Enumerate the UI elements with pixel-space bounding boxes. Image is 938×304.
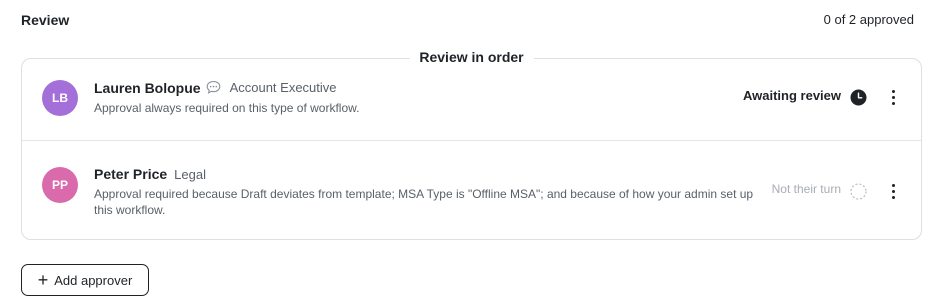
approved-count: 0 of 2 approved	[823, 12, 914, 27]
review-status: Not their turn	[772, 182, 841, 196]
add-approver-button[interactable]: + Add approver	[21, 264, 149, 296]
pending-circle-icon	[850, 183, 867, 200]
review-header: Review 0 of 2 approved	[21, 12, 914, 30]
approval-reason: Approval always required on this type of…	[94, 101, 360, 115]
clock-icon	[850, 89, 867, 106]
approver-role: Account Executive	[229, 80, 337, 95]
approver-name: Peter Price	[94, 166, 168, 182]
add-approver-label: Add approver	[54, 272, 133, 288]
avatar: LB	[42, 80, 78, 116]
status-text: Not their turn	[771, 182, 841, 196]
status-text: Awaiting review	[742, 88, 841, 103]
plus-icon: +	[37, 270, 49, 290]
approvers-card: Review in order LB Lauren Bolopue Accoun…	[21, 49, 922, 240]
more-options-button[interactable]	[885, 181, 901, 201]
approver-name-line: Peter Price Legal	[94, 166, 206, 182]
review-status: Awaiting review	[743, 88, 841, 103]
avatar: PP	[42, 167, 78, 203]
more-options-button[interactable]	[885, 87, 901, 107]
review-title: Review	[21, 12, 70, 28]
comment-icon[interactable]	[205, 79, 222, 96]
approver-name-line: Lauren Bolopue Account Executive	[94, 79, 337, 96]
approver-name: Lauren Bolopue	[94, 79, 201, 96]
approver-role: Legal	[174, 166, 206, 182]
approval-reason: Approval required because Draft deviates…	[94, 187, 754, 217]
approver-row: PP Peter Price Legal Approval required b…	[22, 141, 921, 240]
approver-row: LB Lauren Bolopue Account Executive Appr…	[22, 59, 921, 141]
